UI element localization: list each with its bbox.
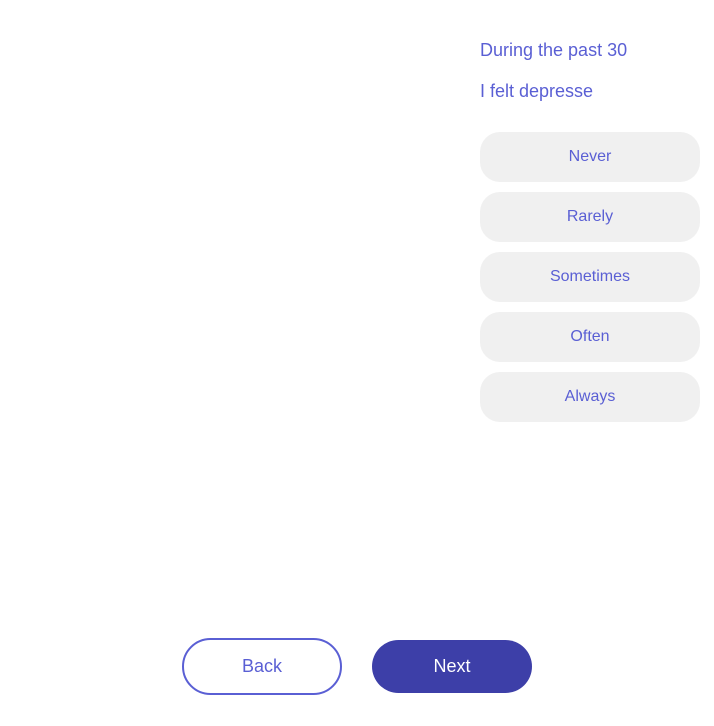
- right-panel: During the past 30 I felt depresse Never…: [480, 0, 714, 626]
- content-area: During the past 30 I felt depresse Never…: [0, 0, 714, 626]
- page-container: During the past 30 I felt depresse Never…: [0, 0, 714, 726]
- option-always[interactable]: Always: [480, 372, 700, 422]
- period-header: During the past 30: [480, 20, 627, 61]
- left-panel: [0, 0, 480, 626]
- back-button[interactable]: Back: [182, 638, 342, 695]
- next-button[interactable]: Next: [372, 640, 532, 693]
- footer-area: Back Next: [0, 626, 714, 726]
- option-never[interactable]: Never: [480, 132, 700, 182]
- option-sometimes[interactable]: Sometimes: [480, 252, 700, 302]
- question-subtitle: I felt depresse: [480, 81, 593, 102]
- options-list: Never Rarely Sometimes Often Always: [480, 132, 700, 422]
- option-often[interactable]: Often: [480, 312, 700, 362]
- option-rarely[interactable]: Rarely: [480, 192, 700, 242]
